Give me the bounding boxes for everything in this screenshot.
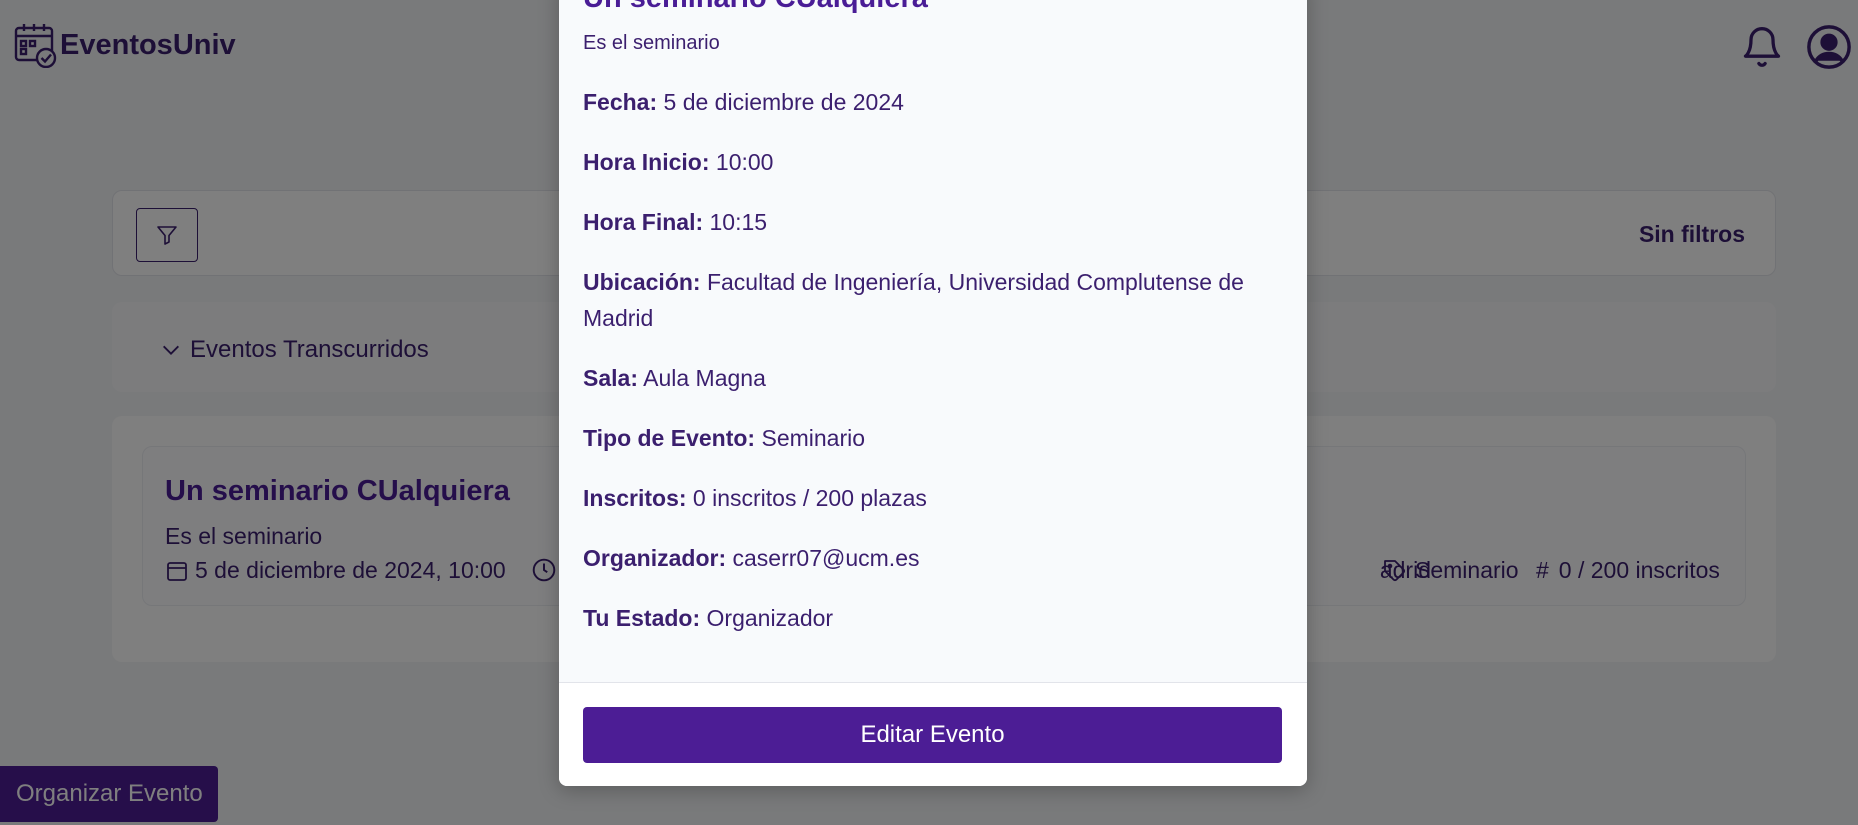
detail-label: Organizador: (583, 545, 727, 571)
detail-value: 5 de diciembre de 2024 (663, 89, 904, 115)
detail-label: Tu Estado: (583, 605, 701, 631)
detail-organizer: Organizador: caserr07@ucm.es (583, 540, 1273, 576)
detail-value: caserr07@ucm.es (732, 545, 920, 571)
detail-label: Sala: (583, 365, 638, 391)
detail-value: 10:15 (709, 209, 768, 235)
detail-value: Organizador (706, 605, 834, 631)
detail-value: 10:00 (715, 149, 774, 175)
event-details-modal: Un seminario CUalquiera Es el seminario … (559, 0, 1307, 786)
modal-title: Un seminario CUalquiera (583, 0, 928, 15)
detail-value: Aula Magna (643, 365, 766, 391)
detail-label: Tipo de Evento: (583, 425, 756, 451)
detail-registrations: Inscritos: 0 inscritos / 200 plazas (583, 480, 1273, 516)
detail-end-time: Hora Final: 10:15 (583, 204, 1273, 240)
detail-date: Fecha: 5 de diciembre de 2024 (583, 84, 1273, 120)
detail-room: Sala: Aula Magna (583, 360, 1273, 396)
detail-label: Ubicación: (583, 269, 701, 295)
detail-location: Ubicación: Facultad de Ingeniería, Unive… (583, 264, 1273, 336)
detail-value: 0 inscritos / 200 plazas (692, 485, 927, 511)
detail-label: Fecha: (583, 89, 658, 115)
detail-event-type: Tipo de Evento: Seminario (583, 420, 1273, 456)
detail-your-status: Tu Estado: Organizador (583, 600, 1273, 636)
detail-start-time: Hora Inicio: 10:00 (583, 144, 1273, 180)
detail-label: Hora Final: (583, 209, 704, 235)
edit-event-button[interactable]: Editar Evento (583, 707, 1282, 763)
modal-footer: Editar Evento (559, 682, 1307, 786)
detail-label: Hora Inicio: (583, 149, 710, 175)
detail-value: Seminario (761, 425, 866, 451)
detail-label: Inscritos: (583, 485, 687, 511)
modal-subtitle: Es el seminario (583, 32, 720, 54)
